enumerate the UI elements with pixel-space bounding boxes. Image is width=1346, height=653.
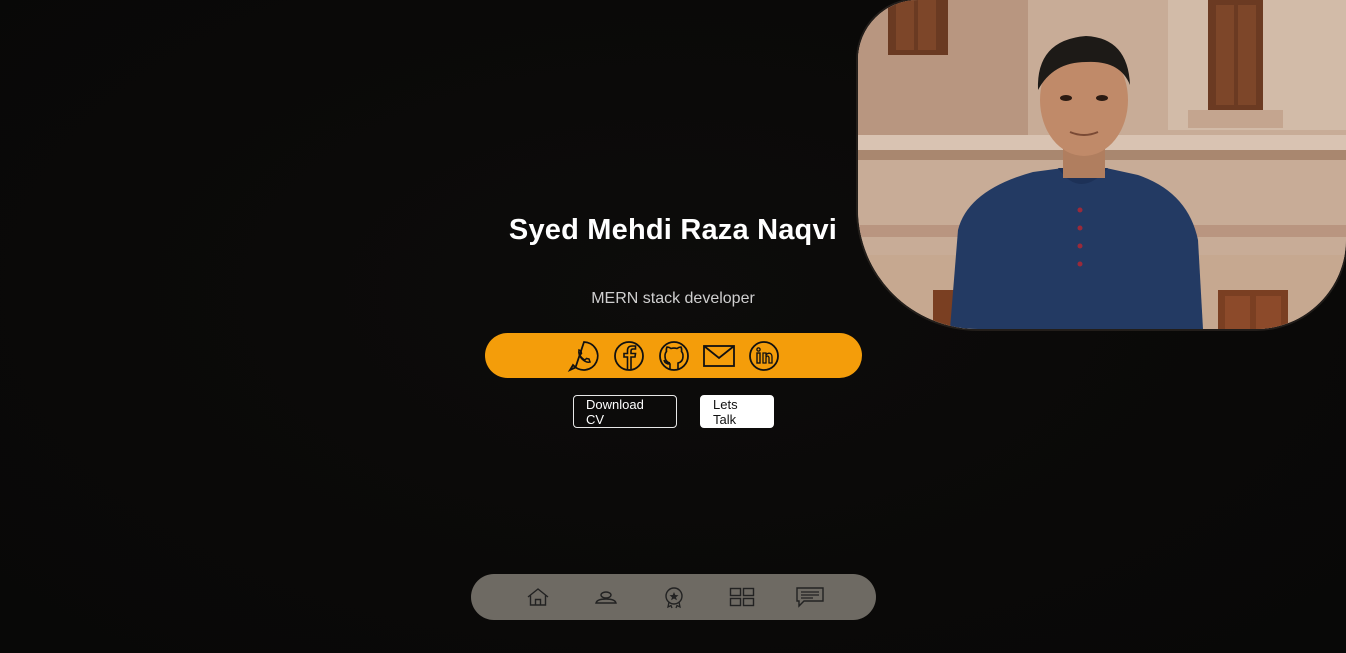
hero-section: Syed Mehdi Raza Naqvi MERN stack develop…: [0, 0, 1346, 653]
social-links-bar: [485, 333, 862, 378]
facebook-icon[interactable]: [612, 339, 646, 373]
bottom-nav: [471, 574, 876, 620]
mail-icon[interactable]: [702, 339, 736, 373]
profile-name: Syed Mehdi Raza Naqvi: [508, 214, 838, 246]
user-icon[interactable]: [587, 582, 625, 612]
badge-icon[interactable]: [655, 582, 693, 612]
home-icon[interactable]: [519, 582, 557, 612]
portfolio-page: Syed Mehdi Raza Naqvi MERN stack develop…: [0, 0, 1346, 653]
download-cv-button[interactable]: Download CV: [573, 395, 677, 428]
message-icon[interactable]: [791, 582, 829, 612]
whatsapp-icon[interactable]: [567, 339, 601, 373]
linkedin-icon[interactable]: [747, 339, 781, 373]
lets-talk-button[interactable]: Lets Talk: [700, 395, 774, 428]
github-icon[interactable]: [657, 339, 691, 373]
cta-buttons: Download CV Lets Talk: [573, 395, 774, 428]
profile-role: MERN stack developer: [591, 290, 755, 307]
grid-icon[interactable]: [723, 582, 761, 612]
